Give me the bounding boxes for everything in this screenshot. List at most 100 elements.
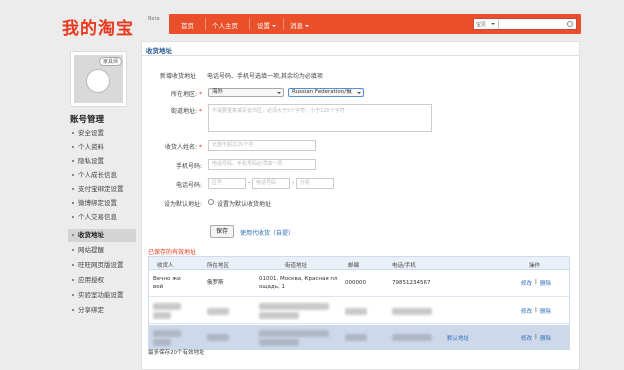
- sidebar-item-share[interactable]: 分享绑定: [68, 304, 136, 317]
- nav-home[interactable]: 首页: [181, 20, 194, 30]
- chevron-down-icon: [272, 25, 276, 27]
- nav-settings[interactable]: 设置: [257, 20, 276, 30]
- main-panel: 收货地址 新增收货地址 电话号码、手机号选填一项,其余均为必填项 所在地区: *…: [141, 41, 580, 370]
- header-region: 所在地区: [207, 263, 230, 269]
- bullet-icon: [72, 132, 74, 134]
- header-zip: 邮编: [348, 263, 360, 269]
- search-input[interactable]: 宝贝: [473, 18, 577, 30]
- sidebar-item-weibo[interactable]: 微博绑定设置: [68, 197, 136, 210]
- default-address-radio[interactable]: [208, 199, 214, 205]
- region-select[interactable]: 海外: [208, 88, 284, 97]
- sidebar-item-trade-info[interactable]: 个人交易信息: [68, 211, 136, 224]
- sidebar-item-reminders[interactable]: 网站提醒: [68, 244, 136, 257]
- sidebar-item-security[interactable]: 安全设置: [68, 127, 136, 140]
- table-row: Вечно жи вой 俄罗斯 01001, Москва, Красная п…: [149, 270, 569, 297]
- header-street: 街道地址: [285, 263, 308, 269]
- redacted-text: [207, 334, 229, 341]
- chevron-down-icon: [491, 23, 495, 25]
- edit-link[interactable]: 修改: [521, 334, 532, 342]
- bullet-icon: [72, 160, 74, 162]
- street-address-field[interactable]: 不需要重复填写省市区，必须大于5个字符，小于120个字符: [208, 104, 432, 132]
- action-separator: |: [535, 307, 537, 313]
- page-title: 收货地址: [146, 47, 172, 55]
- bullet-icon: [72, 279, 74, 281]
- sidebar-item-wangwang[interactable]: 旺旺网页版设置: [68, 259, 136, 272]
- new-address-label: 新增收货地址: [160, 73, 197, 80]
- nav-divider: [249, 18, 250, 30]
- bullet-icon: [72, 202, 74, 204]
- search-type-select[interactable]: 宝贝: [476, 21, 486, 28]
- site-logo[interactable]: 我的淘宝: [62, 14, 134, 39]
- save-button[interactable]: 保存: [210, 225, 234, 238]
- bullet-icon: [72, 188, 74, 190]
- dash-separator: -: [292, 179, 295, 186]
- chevron-down-icon: [357, 92, 361, 94]
- redacted-text: [153, 339, 171, 346]
- phone-number-field[interactable]: 电话号码: [252, 178, 290, 189]
- mobile-field[interactable]: 电话号码、手机号码必须填一项: [208, 159, 316, 170]
- bullet-icon: [72, 146, 74, 148]
- requirement-note: 电话号码、手机号选填一项,其余均为必填项: [207, 73, 323, 80]
- phone-label: 电话号码:: [175, 182, 202, 189]
- chevron-down-icon: [277, 92, 281, 94]
- nav-divider: [283, 18, 284, 30]
- sidebar-item-profile[interactable]: 个人资料: [68, 141, 136, 154]
- redacted-text: [259, 303, 329, 310]
- sidebar-item-growth[interactable]: 个人成长信息: [68, 169, 136, 182]
- action-separator: |: [535, 334, 537, 340]
- phone-area-field[interactable]: 区号: [208, 178, 246, 189]
- delete-link[interactable]: 删除: [540, 307, 551, 315]
- street-label: 街道地址: *: [171, 108, 202, 115]
- redacted-text: [207, 308, 229, 315]
- sidebar-item-app-auth[interactable]: 应用授权: [68, 274, 136, 287]
- default-address-tag: 默认地址: [447, 336, 470, 342]
- sidebar-item-alipay[interactable]: 支付宝绑定设置: [68, 183, 136, 196]
- sidebar-section-title: 账号管理: [70, 115, 105, 125]
- agent-pickup-link[interactable]: 使用代收货（自提）: [240, 228, 294, 237]
- redacted-text: [153, 330, 181, 337]
- redacted-text: [153, 303, 181, 310]
- recipient-name-label: 收货人姓名: *: [165, 144, 202, 151]
- sidebar-item-lab[interactable]: 实验室功能设置: [68, 289, 136, 302]
- mobile-label: 手机号码:: [175, 163, 202, 170]
- search-icon[interactable]: [567, 21, 573, 27]
- beta-tag: Beta: [148, 16, 160, 22]
- street-address: 01001, Москва, Красная пл ощадь, 1: [259, 276, 338, 290]
- bullet-icon: [72, 174, 74, 176]
- header-actions: 操作: [529, 263, 541, 269]
- bullet-icon: [72, 249, 74, 251]
- default-address-label: 设为默认地址:: [163, 201, 202, 208]
- bullet-icon: [72, 264, 74, 266]
- edit-link[interactable]: 修改: [521, 307, 532, 315]
- action-separator: |: [535, 279, 537, 285]
- avatar-badge: 家具师: [98, 57, 122, 66]
- dash-separator: -: [248, 179, 251, 186]
- redacted-text: [259, 330, 329, 337]
- bullet-icon: [72, 216, 74, 218]
- avatar[interactable]: 家具师: [70, 51, 127, 107]
- sidebar: 家具师 账号管理 安全设置 个人资料 隐私设置 个人成长信息 支付宝绑定设置 微…: [62, 41, 141, 370]
- bullet-icon: [72, 294, 74, 296]
- delete-link[interactable]: 删除: [540, 334, 551, 342]
- search-divider: [498, 20, 499, 29]
- redacted-text: [259, 339, 299, 346]
- table-row: 修改 | 删除: [149, 298, 569, 324]
- redacted-text: [392, 308, 432, 315]
- recipient-name-field[interactable]: 长度不超过25个字: [208, 140, 316, 151]
- bullet-icon: [72, 309, 74, 311]
- chevron-down-icon: [305, 25, 309, 27]
- sidebar-item-address[interactable]: 收货地址: [68, 229, 136, 242]
- face-icon: [86, 69, 110, 93]
- phone-number: 79851234567: [392, 280, 431, 286]
- nav-profile[interactable]: 个人主页: [212, 20, 238, 30]
- country-select[interactable]: Russian Federation/俄: [288, 88, 364, 97]
- default-address-option[interactable]: 设置为默认收货地址: [217, 199, 271, 208]
- avatar-image: 家具师: [74, 55, 123, 103]
- delete-link[interactable]: 删除: [540, 279, 551, 287]
- nav-messages[interactable]: 消息: [290, 20, 309, 30]
- phone-ext-field[interactable]: 分机: [296, 178, 334, 189]
- header-phone: 电话/手机: [392, 263, 416, 269]
- sidebar-item-privacy[interactable]: 隐私设置: [68, 155, 136, 168]
- top-navbar: 首页 个人主页 设置 消息 宝贝: [169, 14, 581, 34]
- edit-link[interactable]: 修改: [521, 279, 532, 287]
